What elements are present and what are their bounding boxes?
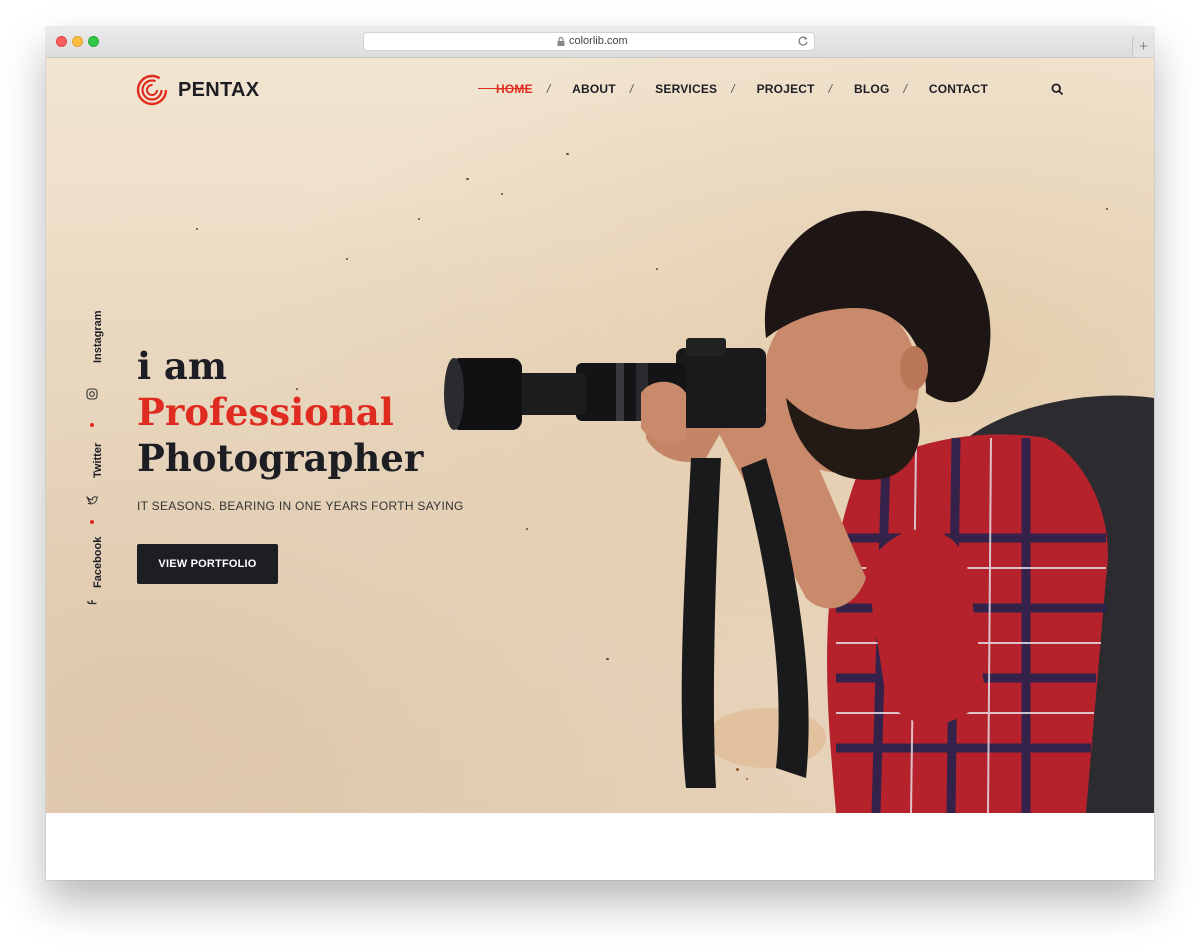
twitter-icon[interactable] — [85, 494, 99, 508]
nav-separator: / — [828, 82, 833, 96]
active-indicator — [478, 88, 528, 89]
nav-separator: / — [731, 82, 735, 96]
browser-titlebar: colorlib.com + — [46, 27, 1154, 58]
texture-speck — [346, 258, 348, 260]
hero-heading-line1: i am — [137, 344, 228, 388]
nav-item-blog[interactable]: BLOG — [854, 82, 889, 96]
facebook-icon[interactable] — [85, 596, 99, 610]
nav-item-project[interactable]: PROJECT — [757, 82, 815, 96]
nav-separator: / — [546, 82, 551, 96]
close-window-button[interactable] — [56, 36, 67, 47]
main-nav: HOME / ABOUT / SERVICES / PROJECT / BLOG… — [478, 81, 988, 97]
social-divider-dot — [90, 520, 94, 524]
below-hero-area — [46, 813, 1154, 880]
browser-window: colorlib.com + PENTAX HOME / ABOUT / SER… — [46, 27, 1154, 880]
address-bar-url: colorlib.com — [569, 35, 628, 47]
hero-heading: i am Professional Photographer — [137, 343, 423, 481]
new-tab-button[interactable]: + — [1132, 36, 1154, 57]
social-links: Instagram Twitter Facebook — [81, 308, 104, 605]
minimize-window-button[interactable] — [72, 36, 83, 47]
nav-item-about[interactable]: ABOUT — [572, 82, 616, 96]
hero-section: PENTAX HOME / ABOUT / SERVICES / PROJECT… — [46, 58, 1154, 813]
address-bar[interactable]: colorlib.com — [363, 32, 815, 51]
hero-heading-line2: Professional — [137, 390, 394, 434]
brand-logo[interactable]: PENTAX — [136, 73, 259, 107]
social-link-instagram[interactable]: Instagram — [92, 310, 104, 363]
photographer-image — [444, 210, 1154, 813]
nav-item-contact[interactable]: CONTACT — [929, 82, 988, 96]
nav-separator: / — [629, 82, 634, 96]
brand-name: PENTAX — [178, 78, 260, 101]
view-portfolio-button[interactable]: VIEW PORTFOLIO — [137, 544, 278, 584]
search-icon[interactable] — [1051, 83, 1064, 96]
social-link-twitter[interactable]: Twitter — [92, 443, 104, 478]
nav-separator: / — [903, 82, 907, 96]
nav-item-services[interactable]: SERVICES — [655, 82, 717, 96]
instagram-icon[interactable] — [85, 388, 99, 402]
texture-speck — [196, 228, 198, 230]
hero-heading-line3: Photographer — [137, 436, 424, 480]
social-link-facebook[interactable]: Facebook — [92, 537, 104, 588]
social-divider-dot — [90, 423, 94, 427]
reload-icon[interactable] — [797, 35, 809, 47]
nav-item-home[interactable]: HOME — [478, 82, 533, 96]
logo-mark-icon — [136, 74, 168, 106]
nav-item-label: HOME — [496, 82, 533, 96]
lock-icon — [557, 37, 565, 46]
maximize-window-button[interactable] — [88, 36, 99, 47]
